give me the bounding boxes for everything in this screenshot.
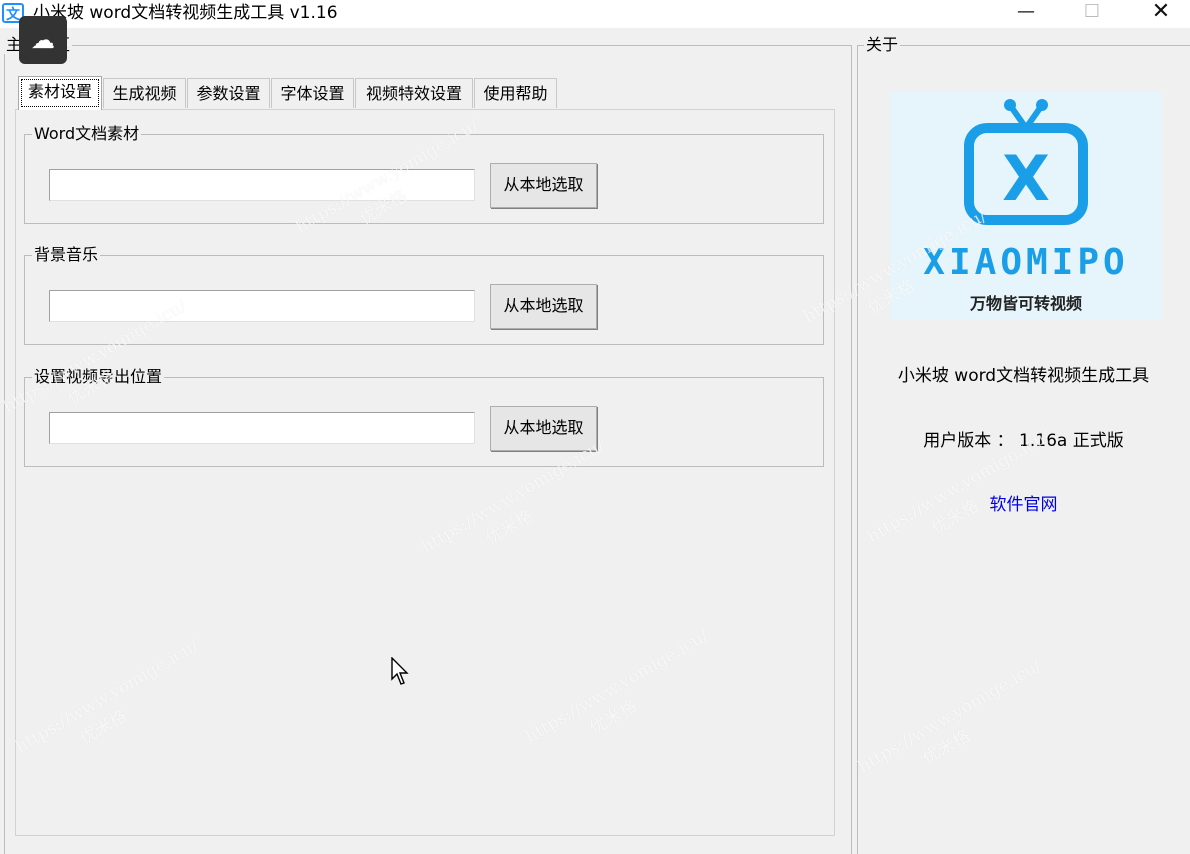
official-website-link[interactable]: 软件官网 bbox=[857, 490, 1190, 515]
word-document-browse-button[interactable]: 从本地选取 bbox=[490, 163, 597, 208]
window-title: 小米坡 word文档转视频生成工具 v1.16 bbox=[33, 3, 338, 23]
background-music-path-input[interactable] bbox=[49, 290, 475, 322]
about-version: 用户版本 ： 1.16a 正式版 bbox=[923, 431, 1124, 451]
svg-text:X: X bbox=[1002, 142, 1050, 215]
tab-parameter-settings[interactable]: 参数设置 bbox=[187, 78, 270, 108]
export-location-path-input[interactable] bbox=[49, 412, 475, 444]
tab-video-effects[interactable]: 视频特效设置 bbox=[355, 78, 473, 108]
title-bar: 文 小米坡 word文档转视频生成工具 v1.16 — ☐ ✕ bbox=[0, 0, 1190, 28]
tab-font-settings[interactable]: 字体设置 bbox=[271, 78, 354, 108]
maximize-button[interactable]: ☐ bbox=[1069, 0, 1115, 26]
about-app-name: 小米坡 word文档转视频生成工具 bbox=[897, 366, 1150, 386]
background-music-legend: 背景音乐 bbox=[32, 245, 101, 264]
export-location-browse-button[interactable]: 从本地选取 bbox=[490, 406, 597, 451]
export-location-legend: 设置视频导出位置 bbox=[32, 367, 165, 386]
word-document-legend: Word文档素材 bbox=[32, 124, 142, 143]
tab-help[interactable]: 使用帮助 bbox=[474, 78, 557, 108]
logo-wordmark: XIAOMIPO bbox=[923, 242, 1129, 283]
tab-material-settings[interactable]: 素材设置 bbox=[18, 76, 102, 110]
about-legend: 关于 bbox=[864, 35, 901, 54]
mouse-cursor-icon bbox=[391, 657, 409, 685]
logo-slogan: 万物皆可转视频 bbox=[969, 294, 1082, 313]
tv-logo-icon: X bbox=[964, 99, 1088, 225]
xiaomipo-logo: X XIAOMIPO 万物皆可转视频 bbox=[890, 92, 1162, 320]
word-document-path-input[interactable] bbox=[49, 169, 475, 201]
close-button[interactable]: ✕ bbox=[1138, 0, 1184, 26]
background-music-browse-button[interactable]: 从本地选取 bbox=[490, 284, 597, 329]
floating-app-icon[interactable]: ☁ bbox=[19, 16, 67, 64]
minimize-button[interactable]: — bbox=[1003, 0, 1049, 26]
tab-generate-video[interactable]: 生成视频 bbox=[103, 78, 186, 108]
